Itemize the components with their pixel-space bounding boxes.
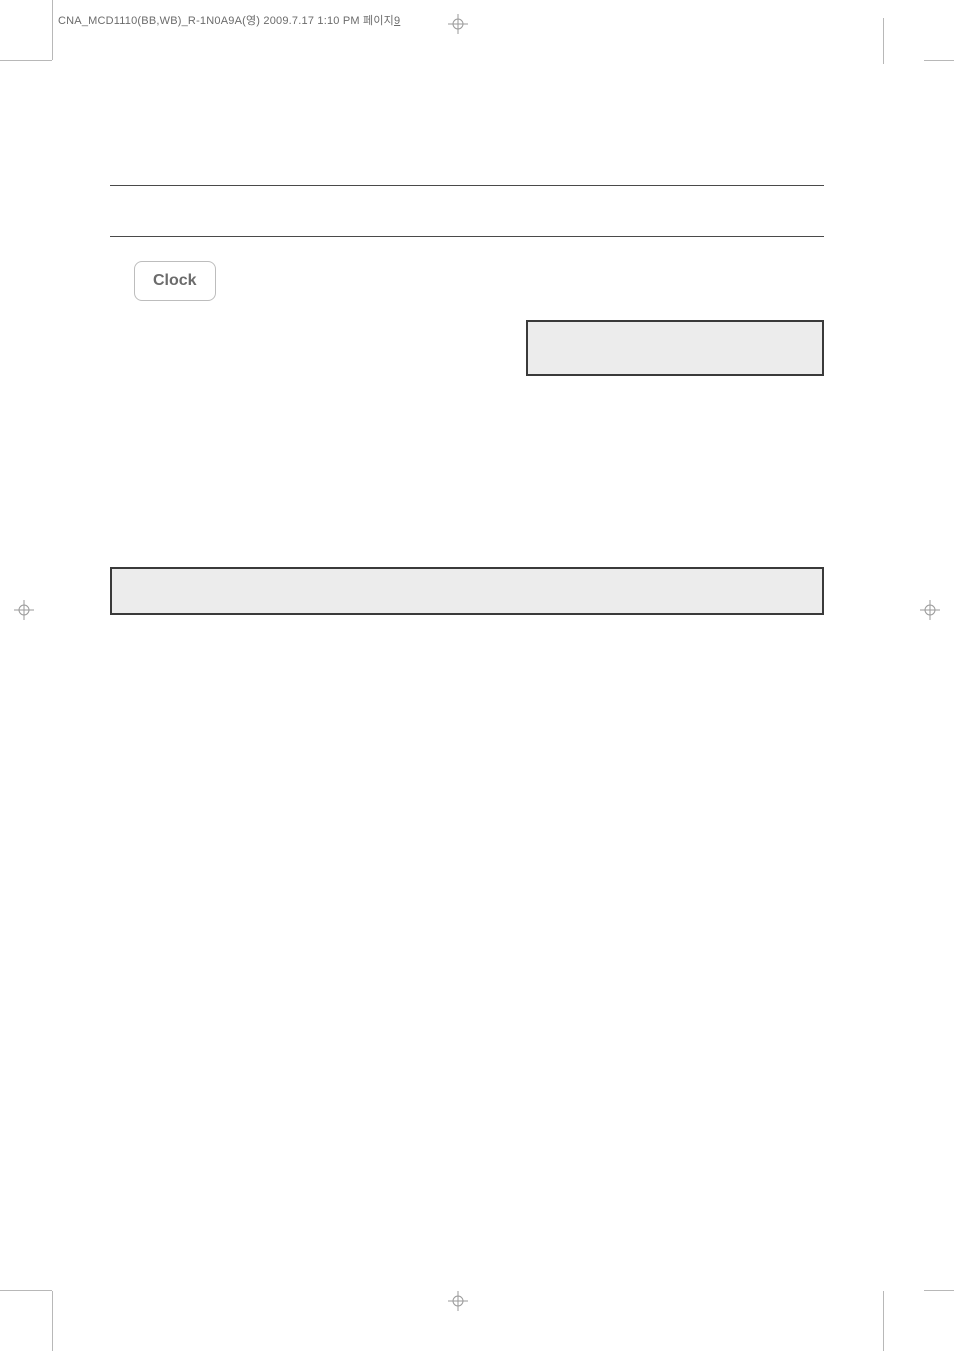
registration-mark-icon (448, 14, 468, 34)
crop-mark (0, 60, 52, 61)
file-path-text: CNA_MCD1110(BB,WB)_R-1N0A9A(영) 2009.7.17… (58, 15, 394, 27)
crop-mark (52, 0, 53, 60)
note-box-small (526, 320, 824, 376)
page-content: Clock (110, 185, 824, 301)
registration-mark-icon (14, 600, 34, 620)
horizontal-rule (110, 185, 824, 186)
crop-mark (0, 1290, 52, 1291)
crop-mark (883, 1291, 884, 1351)
clock-button[interactable]: Clock (134, 261, 216, 301)
registration-mark-icon (448, 1291, 468, 1311)
clock-label: Clock (153, 272, 197, 289)
registration-mark-icon (920, 600, 940, 620)
horizontal-rule (110, 236, 824, 237)
crop-mark (924, 60, 954, 61)
note-box-wide (110, 567, 824, 615)
header-file-path: CNA_MCD1110(BB,WB)_R-1N0A9A(영) 2009.7.17… (58, 12, 400, 28)
page-number: 9 (394, 15, 400, 27)
crop-mark (924, 1290, 954, 1291)
crop-mark (52, 1291, 53, 1351)
crop-mark (883, 18, 884, 64)
